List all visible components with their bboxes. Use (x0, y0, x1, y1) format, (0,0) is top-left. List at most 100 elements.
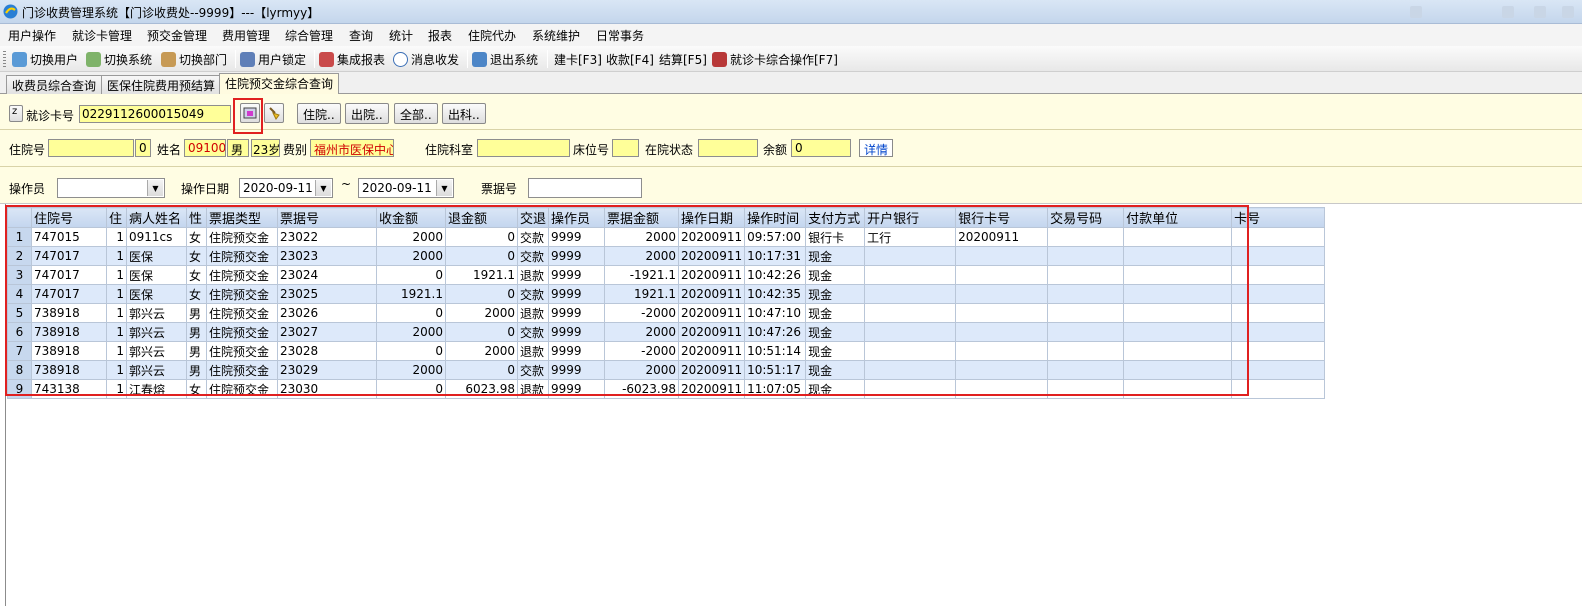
table-cell[interactable]: 住院预交金 (206, 322, 278, 342)
table-cell[interactable] (1231, 341, 1326, 361)
table-cell[interactable]: 住院预交金 (206, 265, 278, 285)
table-cell[interactable]: 20200911 (678, 303, 746, 323)
row-number[interactable]: 7 (7, 341, 32, 361)
row-number[interactable]: 8 (7, 360, 32, 380)
table-cell[interactable]: 0 (376, 303, 446, 323)
table-cell[interactable]: 10:47:10 (744, 303, 807, 323)
table-cell[interactable]: 交款 (516, 284, 550, 304)
all-button[interactable]: 全部.. (394, 103, 438, 124)
table-cell[interactable]: 738918 (31, 322, 107, 342)
table-cell[interactable]: 11:07:05 (744, 379, 807, 399)
tab-deposit-query[interactable]: 住院预交金综合查询 (219, 73, 340, 95)
row-number[interactable]: 4 (7, 284, 32, 304)
table-cell[interactable]: 交款 (516, 227, 550, 247)
table-cell[interactable] (1123, 379, 1233, 399)
table-cell[interactable]: 现金 (805, 341, 866, 361)
table-cell[interactable]: 10:42:35 (744, 284, 807, 304)
table-cell[interactable]: 20200911 (678, 379, 746, 399)
table-cell[interactable]: 2000 (376, 322, 446, 342)
date-to-picker[interactable]: 2020-09-11 ▼ (358, 178, 454, 198)
table-cell[interactable]: 23028 (277, 341, 377, 361)
table-cell[interactable] (864, 284, 957, 304)
table-cell[interactable]: 23023 (277, 246, 377, 266)
collect-payment-button[interactable]: 收款[F4] (606, 49, 654, 69)
table-cell[interactable]: -1921.1 (604, 265, 680, 285)
menu-system-maint[interactable]: 系统维护 (532, 27, 580, 44)
menu-query[interactable]: 查询 (349, 27, 373, 44)
minimize-icon[interactable] (1502, 6, 1514, 18)
table-cell[interactable]: 1 (106, 322, 127, 342)
table-cell[interactable]: 20200911 (678, 265, 746, 285)
table-cell[interactable]: 0 (445, 322, 518, 342)
table-cell[interactable]: 23022 (277, 227, 377, 247)
clear-button[interactable] (264, 103, 284, 123)
table-cell[interactable]: 医保 (126, 284, 187, 304)
table-cell[interactable] (864, 360, 957, 380)
table-cell[interactable]: 男 (186, 341, 207, 361)
table-cell[interactable]: 现金 (805, 379, 866, 399)
column-header[interactable]: 住 (106, 207, 127, 228)
switch-user-button[interactable]: 切换用户 (12, 49, 78, 69)
chevron-down-icon[interactable]: ▼ (147, 180, 163, 196)
table-cell[interactable]: 男 (186, 303, 207, 323)
table-cell[interactable]: 10:42:26 (744, 265, 807, 285)
table-cell[interactable]: 0 (376, 341, 446, 361)
table-cell[interactable]: 2000 (445, 303, 518, 323)
table-row[interactable]: 1 747015 1 0911cs 女住院预交金 23022 2000 0 交款 9999 2000… (7, 227, 1326, 247)
table-cell[interactable]: 银行卡 (805, 227, 866, 247)
table-cell[interactable] (1123, 246, 1233, 266)
table-cell[interactable] (864, 303, 957, 323)
table-cell[interactable]: 738918 (31, 341, 107, 361)
column-header[interactable]: 票据类型 (206, 207, 278, 228)
table-cell[interactable]: 10:47:26 (744, 322, 807, 342)
table-cell[interactable]: 2000 (604, 360, 680, 380)
menu-inpatient-agent[interactable]: 住院代办 (468, 27, 516, 44)
table-cell[interactable]: 9999 (548, 303, 606, 323)
table-cell[interactable] (1231, 322, 1326, 342)
lock-user-button[interactable]: 用户锁定 (240, 49, 306, 69)
table-cell[interactable]: 2000 (604, 227, 680, 247)
table-cell[interactable] (1047, 341, 1125, 361)
table-cell[interactable]: 1921.1 (376, 284, 446, 304)
table-cell[interactable]: 738918 (31, 360, 107, 380)
table-cell[interactable] (1047, 322, 1125, 342)
table-cell[interactable]: 0 (376, 265, 446, 285)
table-cell[interactable]: 743138 (31, 379, 107, 399)
table-cell[interactable]: 747017 (31, 284, 107, 304)
column-header[interactable]: 银行卡号 (955, 207, 1049, 228)
table-cell[interactable]: 女 (186, 265, 207, 285)
table-cell[interactable] (1231, 360, 1326, 380)
tab-cashier-query[interactable]: 收费员综合查询 (6, 75, 103, 94)
table-cell[interactable]: 退款 (516, 379, 550, 399)
table-cell[interactable]: 20200911 (678, 227, 746, 247)
table-cell[interactable] (955, 284, 1049, 304)
table-row[interactable]: 4 747017 1 医保女住院预交金 23025 1921.1 0 交款 9999 1921.1… (7, 284, 1326, 304)
table-cell[interactable]: 住院预交金 (206, 379, 278, 399)
table-cell[interactable] (1123, 322, 1233, 342)
row-number[interactable]: 6 (7, 322, 32, 342)
messages-button[interactable]: 消息收发 (393, 49, 459, 69)
table-cell[interactable]: 2000 (376, 360, 446, 380)
table-cell[interactable] (1047, 227, 1125, 247)
menu-deposit-mgmt[interactable]: 预交金管理 (147, 27, 207, 44)
table-cell[interactable]: 10:51:17 (744, 360, 807, 380)
table-cell[interactable]: 0 (445, 246, 518, 266)
table-cell[interactable]: 747017 (31, 265, 107, 285)
table-cell[interactable] (1123, 360, 1233, 380)
table-cell[interactable] (1123, 341, 1233, 361)
table-cell[interactable] (955, 322, 1049, 342)
table-cell[interactable]: -2000 (604, 341, 680, 361)
row-number[interactable]: 9 (7, 379, 32, 399)
table-cell[interactable] (864, 379, 957, 399)
table-cell[interactable] (864, 246, 957, 266)
card-number-input[interactable]: 0229112600015049 (79, 105, 231, 123)
discharged-button[interactable]: 出院.. (345, 103, 389, 124)
table-cell[interactable] (1123, 303, 1233, 323)
card-operations-button[interactable]: 就诊卡综合操作[F7] (712, 49, 838, 69)
row-number[interactable]: 2 (7, 246, 32, 266)
table-cell[interactable] (864, 265, 957, 285)
read-card-button[interactable] (240, 103, 260, 123)
table-cell[interactable]: 9999 (548, 322, 606, 342)
column-header[interactable]: 付款单位 (1123, 207, 1233, 228)
column-header[interactable]: 操作时间 (744, 207, 807, 228)
